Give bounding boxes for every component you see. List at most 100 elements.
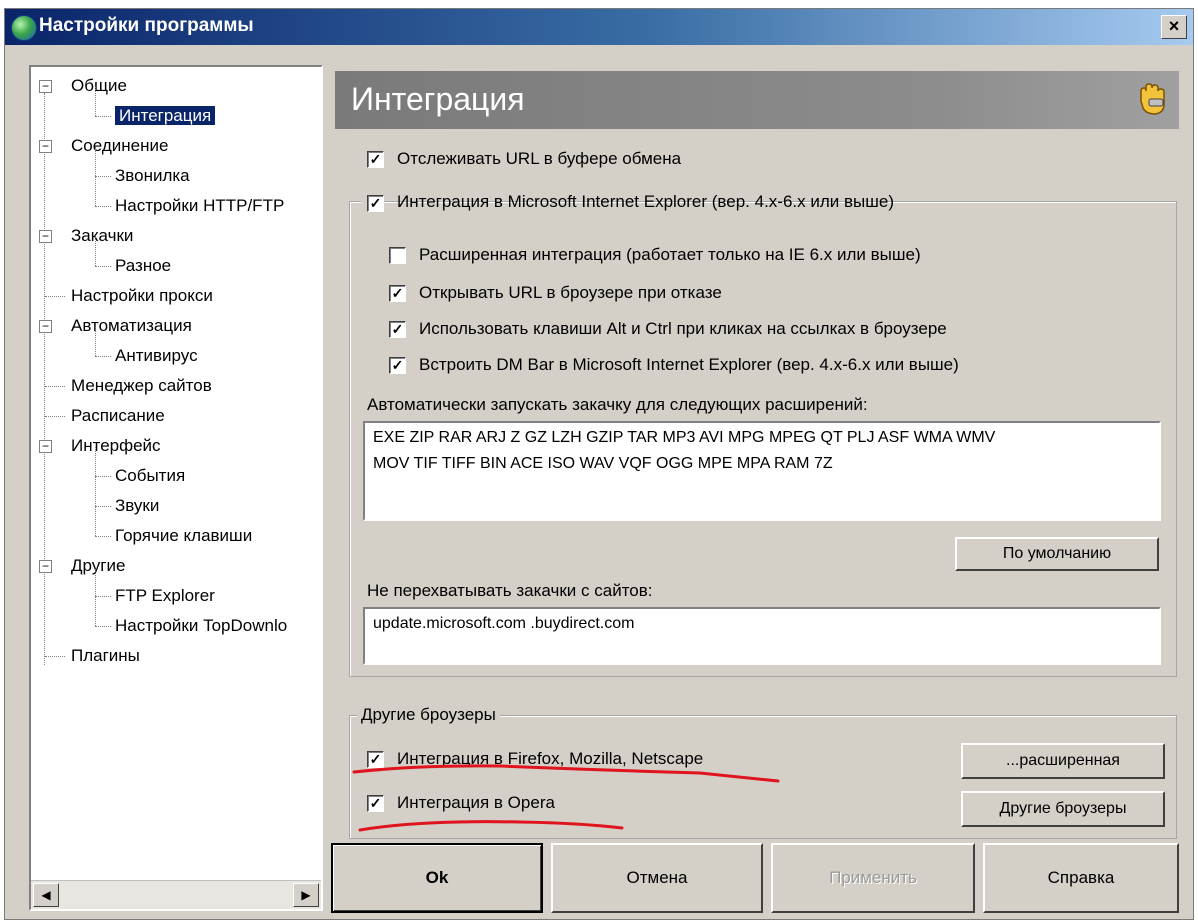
- tree-collapse-icon[interactable]: −: [39, 80, 52, 93]
- tree-connector: [45, 386, 65, 387]
- tree-item-label: Плагины: [71, 646, 140, 665]
- tree-collapse-icon[interactable]: −: [39, 140, 52, 153]
- tree-item-label: Общие: [71, 76, 127, 95]
- apply-button[interactable]: Применить: [771, 843, 975, 913]
- close-button[interactable]: ×: [1161, 15, 1187, 39]
- tree-item-label: Другие: [71, 556, 126, 575]
- alt-ctrl-checkbox[interactable]: ✓: [389, 321, 406, 338]
- tree-item-label: FTP Explorer: [115, 586, 215, 605]
- tree-connector: [95, 596, 111, 597]
- settings-window: Настройки программы × − Общие Интеграция − С…: [4, 8, 1194, 920]
- tree-item-label: Звонилка: [115, 166, 190, 185]
- ie-integration-checkbox[interactable]: ✓: [367, 195, 384, 212]
- tree-connector: [95, 356, 111, 357]
- tree-connector: [95, 87, 96, 116]
- tree-item[interactable]: Менеджер сайтов: [71, 373, 212, 399]
- settings-tree[interactable]: − Общие Интеграция − Соединение Звонилка Настр…: [29, 65, 323, 911]
- tree-item-label: Настройки HTTP/FTP: [115, 196, 285, 215]
- tree-item-label: Антивирус: [115, 346, 198, 365]
- scroll-right-button[interactable]: ▶: [293, 883, 319, 907]
- tree-item[interactable]: Настройки прокси: [71, 283, 213, 309]
- dm-bar-label: Встроить DM Bar в Microsoft Internet Exp…: [419, 355, 959, 374]
- extensions-line-1: EXE ZIP RAR ARJ Z GZ LZH GZIP TAR MP3 AV…: [373, 429, 996, 446]
- opera-integration-label: Интеграция в Opera: [397, 793, 555, 812]
- tree-item[interactable]: Звонилка: [115, 163, 190, 189]
- tree-item[interactable]: Разное: [115, 253, 171, 279]
- tree-connector: [95, 567, 96, 596]
- track-clipboard-checkbox[interactable]: ✓: [367, 151, 384, 168]
- tree-connector: [95, 536, 111, 537]
- tree-item[interactable]: Автоматизация: [71, 313, 192, 339]
- tree-horizontal-scrollbar[interactable]: ◀ ▶: [31, 880, 321, 909]
- tree-connector: [45, 416, 65, 417]
- tree-item[interactable]: Настройки TopDownlo: [115, 613, 287, 639]
- extensions-label: Автоматически запускать закачку для след…: [367, 395, 868, 414]
- tree-connector: [95, 176, 111, 177]
- help-button[interactable]: Справка: [983, 843, 1179, 913]
- tree-item-label: События: [115, 466, 186, 485]
- other-browsers-button[interactable]: Другие броузеры: [961, 791, 1165, 827]
- extensions-textarea[interactable]: EXE ZIP RAR ARJ Z GZ LZH GZIP TAR MP3 AV…: [363, 421, 1161, 521]
- tree-item-label: Интерфейс: [71, 436, 161, 455]
- tree-item-label: Соединение: [71, 136, 169, 155]
- ok-button[interactable]: Ok: [331, 843, 543, 913]
- tree-connector: [95, 147, 96, 176]
- tree-item[interactable]: Звуки: [115, 493, 159, 519]
- tree-item-label: Интеграция: [115, 106, 216, 125]
- dm-bar-checkbox[interactable]: ✓: [389, 357, 406, 374]
- tree-item[interactable]: Настройки HTTP/FTP: [115, 193, 284, 219]
- tree-item-label: Закачки: [71, 226, 134, 245]
- tree-connector: [95, 476, 111, 477]
- cancel-button[interactable]: Отмена: [551, 843, 763, 913]
- window-title: Настройки программы: [39, 15, 254, 36]
- tree-item[interactable]: Расписание: [71, 403, 165, 429]
- tree-connector: [95, 477, 96, 506]
- tree-item[interactable]: Антивирус: [115, 343, 198, 369]
- extensions-line-2: MOV TIF TIFF BIN ACE ISO WAV VQF OGG MPE…: [373, 455, 833, 472]
- tree-item[interactable]: Другие: [71, 553, 125, 579]
- skip-sites-textarea[interactable]: update.microsoft.com .buydirect.com: [363, 607, 1161, 665]
- section-header: Интеграция: [335, 71, 1179, 129]
- tree-item[interactable]: Интерфейс: [71, 433, 161, 459]
- tree-connector: [95, 206, 111, 207]
- tree-connector: [95, 506, 111, 507]
- tree-collapse-icon[interactable]: −: [39, 230, 52, 243]
- firefox-integration-label: Интеграция в Firefox, Mozilla, Netscape: [397, 749, 704, 768]
- tree-connector: [95, 626, 111, 627]
- tree-item[interactable]: Общие: [71, 73, 127, 99]
- tree-item[interactable]: Интеграция: [115, 103, 216, 129]
- tree-connector: [45, 296, 65, 297]
- tree-collapse-icon[interactable]: −: [39, 440, 52, 453]
- ie-integration-label: Интеграция в Microsoft Internet Explorer…: [397, 192, 894, 211]
- firefox-integration-checkbox[interactable]: ✓: [367, 751, 384, 768]
- title-bar[interactable]: Настройки программы ×: [5, 9, 1193, 45]
- tree-collapse-icon[interactable]: −: [39, 560, 52, 573]
- tree-item-label: Настройки прокси: [71, 286, 213, 305]
- extended-integration-label: Расширенная интеграция (работает только …: [419, 245, 921, 264]
- hand-icon: [1140, 83, 1165, 115]
- advanced-button[interactable]: ...расширенная: [961, 743, 1165, 779]
- tree-item[interactable]: Горячие клавиши: [115, 523, 252, 549]
- tree-connector: [44, 93, 45, 665]
- tree-connector: [95, 597, 96, 626]
- tree-item[interactable]: Закачки: [71, 223, 133, 249]
- tree-connector: [95, 237, 96, 266]
- open-url-checkbox[interactable]: ✓: [389, 285, 406, 302]
- tree-connector: [95, 116, 111, 117]
- skip-sites-label: Не перехватывать закачки с сайтов:: [367, 581, 653, 600]
- opera-integration-checkbox[interactable]: ✓: [367, 795, 384, 812]
- tree-connector: [95, 266, 111, 267]
- tree-collapse-icon[interactable]: −: [39, 320, 52, 333]
- tree-connector: [95, 447, 96, 476]
- scroll-left-button[interactable]: ◀: [33, 883, 59, 907]
- tree-item[interactable]: Соединение: [71, 133, 168, 159]
- tree-item[interactable]: Плагины: [71, 643, 140, 669]
- tree-item[interactable]: FTP Explorer: [115, 583, 215, 609]
- extended-integration-checkbox[interactable]: [389, 247, 406, 264]
- tree-item[interactable]: События: [115, 463, 185, 489]
- default-extensions-button[interactable]: По умолчанию: [955, 537, 1159, 571]
- open-url-label: Открывать URL в броузере при отказе: [419, 283, 722, 302]
- section-title: Интеграция: [351, 81, 525, 117]
- tree-connector: [95, 327, 96, 356]
- tree-connector: [95, 507, 96, 536]
